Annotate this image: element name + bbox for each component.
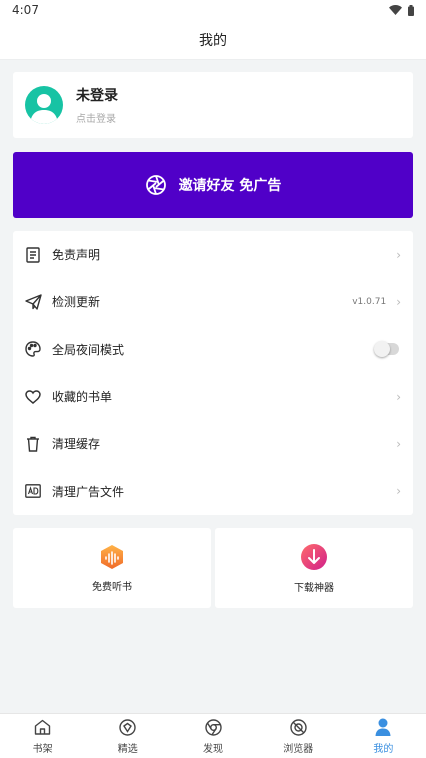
tool-free-audiobook[interactable]: 免费听书	[13, 528, 211, 608]
nav-featured[interactable]: 精选	[85, 714, 170, 758]
menu-item-label: 免责声明	[52, 248, 101, 263]
wifi-icon	[389, 5, 402, 15]
login-hint[interactable]: 点击登录	[76, 110, 118, 125]
tool-label: 下载神器	[294, 582, 334, 594]
ad-icon	[24, 482, 42, 500]
menu-item-label: 清理广告文件	[52, 484, 125, 499]
discover-icon	[204, 717, 222, 737]
night-mode-toggle[interactable]	[374, 341, 399, 358]
menu-item-clear-ad-files[interactable]: 清理广告文件 ›	[13, 467, 413, 514]
chevron-right-icon: ›	[396, 484, 401, 499]
profile-icon	[375, 717, 391, 737]
settings-menu: 免责声明 › 检测更新 v1.0.71 › 全局夜间模式 收藏的书单 › 清理缓…	[13, 231, 413, 515]
status-time: 4:07	[12, 3, 39, 17]
page-title: 我的	[199, 32, 227, 49]
chevron-right-icon: ›	[396, 247, 401, 262]
palette-icon	[24, 340, 42, 358]
aperture-icon	[145, 174, 167, 196]
status-bar: 4:07	[0, 0, 426, 20]
nav-label: 发现	[203, 744, 223, 755]
audiobook-icon	[101, 544, 123, 569]
menu-item-label: 收藏的书单	[52, 390, 113, 405]
version-text: v1.0.71	[352, 296, 387, 307]
user-silhouette-icon	[30, 94, 58, 124]
status-icons	[389, 4, 414, 16]
menu-item-check-update[interactable]: 检测更新 v1.0.71 ›	[13, 278, 413, 325]
document-icon	[24, 246, 42, 264]
invite-friends-banner[interactable]: 邀请好友 免广告	[13, 152, 413, 218]
chevron-right-icon: ›	[396, 294, 401, 309]
nav-label: 精选	[117, 744, 138, 755]
menu-item-label: 检测更新	[52, 295, 101, 310]
tool-downloader[interactable]: 下载神器	[215, 528, 413, 608]
menu-item-favorite-booklists[interactable]: 收藏的书单 ›	[13, 373, 413, 420]
tool-label: 免费听书	[92, 581, 132, 593]
chevron-right-icon: ›	[396, 389, 401, 404]
nav-profile[interactable]: 我的	[341, 714, 426, 758]
home-icon	[34, 717, 51, 737]
menu-item-label: 清理缓存	[52, 437, 101, 452]
menu-item-disclaimer[interactable]: 免责声明 ›	[13, 231, 413, 278]
nav-discover[interactable]: 发现	[170, 714, 255, 758]
profile-card[interactable]: 未登录 点击登录	[13, 72, 413, 138]
nav-label: 书架	[32, 744, 53, 755]
nav-bookshelf[interactable]: 书架	[0, 714, 85, 758]
avatar[interactable]	[25, 86, 63, 124]
menu-item-night-mode: 全局夜间模式	[13, 326, 413, 373]
heart-icon	[24, 388, 42, 406]
menu-item-label: 全局夜间模式	[52, 342, 125, 357]
nav-label: 我的	[373, 744, 394, 755]
profile-texts: 未登录 点击登录	[76, 85, 118, 125]
battery-icon	[408, 4, 414, 16]
nav-browser[interactable]: 浏览器	[256, 714, 341, 758]
nav-label: 浏览器	[283, 744, 314, 755]
bottom-nav: 书架 精选 发现 浏览器 我的	[0, 713, 426, 758]
menu-item-clear-cache[interactable]: 清理缓存 ›	[13, 420, 413, 467]
invite-label: 邀请好友 免广告	[178, 178, 282, 194]
profile-name: 未登录	[76, 88, 118, 104]
title-bar: 我的	[0, 20, 426, 60]
download-icon	[301, 543, 327, 570]
paper-plane-icon	[24, 293, 42, 311]
chevron-right-icon: ›	[396, 436, 401, 451]
browser-icon	[290, 717, 307, 737]
trash-icon	[24, 435, 42, 453]
featured-icon	[119, 717, 136, 737]
